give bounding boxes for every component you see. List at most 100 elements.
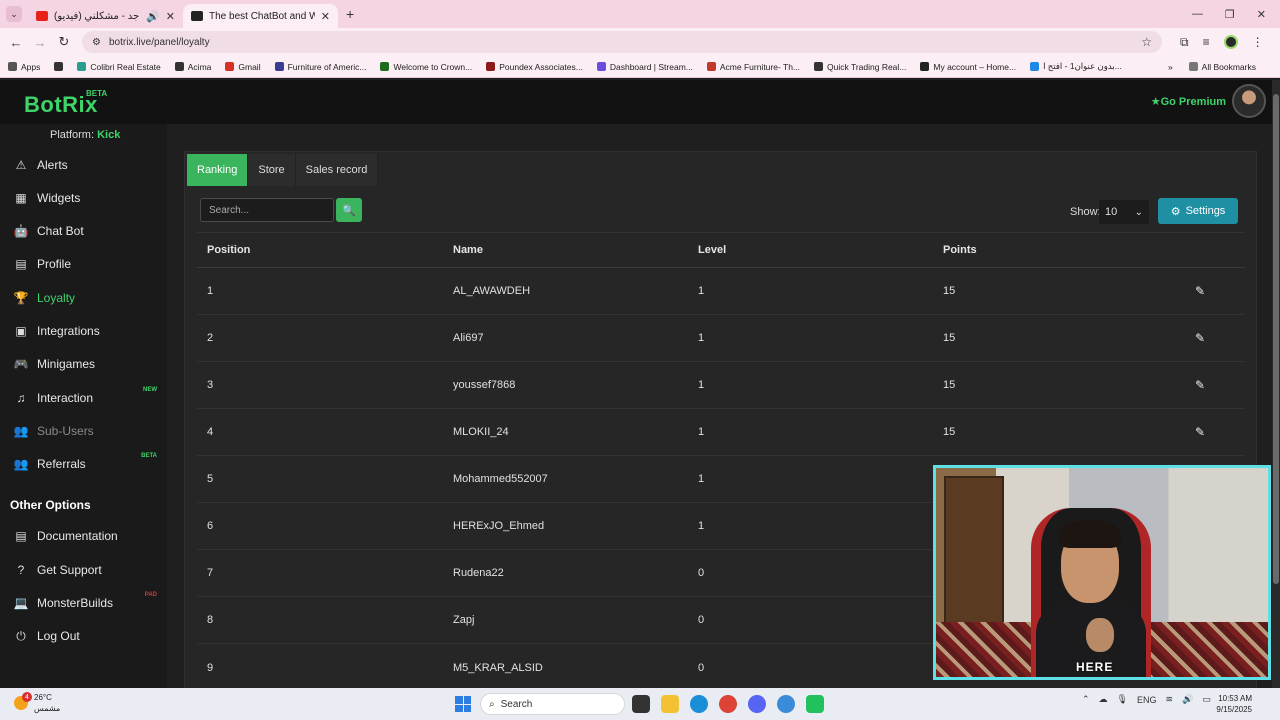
battery-icon[interactable]: ▭: [1202, 694, 1211, 705]
bookmark-item[interactable]: Acme Furniture- Th...: [706, 62, 800, 72]
sidebar-item-monsterbuilds[interactable]: 💻 MonsterBuilds PAD: [0, 590, 167, 616]
onedrive-icon[interactable]: ☁: [1099, 694, 1108, 705]
edge-icon[interactable]: [690, 695, 708, 713]
page-scrollbar[interactable]: [1272, 80, 1280, 688]
bookmark-favicon-icon: [77, 62, 87, 71]
trophy-icon: 🏆: [13, 291, 29, 305]
bookmark-item[interactable]: Gmail: [225, 62, 261, 72]
bookmark-apps[interactable]: Apps: [8, 62, 40, 72]
col-position[interactable]: Position: [207, 233, 250, 267]
sidebar-item-alerts[interactable]: ⚠ Alerts: [0, 152, 167, 178]
bookmark-item[interactable]: Quick Trading Real...: [814, 62, 906, 72]
sidebar-item-loyalty[interactable]: 🏆 Loyalty: [0, 285, 167, 311]
taskbar-search[interactable]: ⌕ Search: [480, 693, 625, 715]
profile-avatar-icon[interactable]: [1223, 35, 1238, 49]
task-view-icon[interactable]: [632, 695, 650, 713]
menu-icon[interactable]: ⋮: [1252, 35, 1264, 49]
col-name[interactable]: Name: [453, 233, 483, 267]
app-icon[interactable]: [777, 695, 795, 713]
search-button[interactable]: 🔍: [336, 198, 362, 222]
bookmark-item[interactable]: بدون عنوان1 - افتح ا...: [1030, 61, 1122, 72]
reading-list-icon[interactable]: ≡: [1203, 35, 1210, 49]
cell-level: 0: [698, 567, 705, 579]
forward-icon[interactable]: →: [28, 35, 52, 50]
browser-tab-video[interactable]: راشد الماجد - مشكلني (فيديو) 🔊 ✕: [28, 4, 183, 28]
new-tab-icon[interactable]: +: [346, 6, 354, 22]
sidebar-item-profile[interactable]: ▤ Profile: [0, 251, 167, 277]
chrome-icon[interactable]: [719, 695, 737, 713]
search-icon: ⌕: [489, 698, 495, 710]
page-size-select[interactable]: 10 ⌄: [1099, 200, 1149, 224]
chevron-up-icon[interactable]: ⌃: [1082, 694, 1090, 705]
sidebar-item-chat-bot[interactable]: 🤖 Chat Bot: [0, 218, 167, 244]
settings-button[interactable]: ⚙ Settings: [1158, 198, 1238, 224]
sidebar-item-get-support[interactable]: ? Get Support: [0, 557, 167, 583]
close-tab-icon[interactable]: ✕: [321, 10, 330, 23]
weather-widget[interactable]: 4 26°C مشمس: [14, 692, 60, 714]
edit-pencil-icon[interactable]: ✎: [1195, 315, 1205, 361]
tab-title: The best ChatBot and Widgets: [209, 10, 315, 22]
folder-icon: [1188, 62, 1198, 71]
windows-start-icon[interactable]: [455, 696, 471, 712]
edit-pencil-icon[interactable]: ✎: [1195, 409, 1205, 455]
bookmark-item[interactable]: My account – Home...: [920, 62, 1016, 72]
close-window-icon[interactable]: ✕: [1257, 8, 1266, 21]
reload-icon[interactable]: ↻: [52, 34, 76, 50]
go-premium-link[interactable]: ★Go Premium: [1151, 95, 1226, 108]
sidebar-item-log-out[interactable]: ⏻ Log Out: [0, 623, 167, 649]
restore-icon[interactable]: ❐: [1225, 8, 1235, 21]
bookmark-item[interactable]: Dashboard | Stream...: [596, 62, 693, 72]
sidebar-item-widgets[interactable]: ▦ Widgets: [0, 185, 167, 211]
platform-value: Kick: [97, 129, 121, 141]
bookmark-item[interactable]: Colibri Real Estate: [77, 62, 161, 72]
bookmark-item[interactable]: Welcome to Crown...: [380, 62, 472, 72]
col-points[interactable]: Points: [943, 233, 977, 267]
discord-icon[interactable]: [748, 695, 766, 713]
browser-tab-botrix[interactable]: The best ChatBot and Widgets ✕: [183, 4, 338, 28]
mute-icon[interactable]: 🔊: [146, 10, 160, 23]
url-bar[interactable]: ⚙ botrix.live/panel/loyalty ☆: [82, 31, 1162, 53]
tab-ranking[interactable]: Ranking: [187, 154, 249, 186]
star-icon: ★: [1150, 96, 1161, 108]
bookmark-star-icon[interactable]: ☆: [1141, 35, 1152, 49]
wifi-icon[interactable]: ≋: [1166, 694, 1174, 705]
file-explorer-icon[interactable]: [661, 695, 679, 713]
tab-store[interactable]: Store: [248, 154, 296, 186]
clock[interactable]: 10:53 AM 9/15/2025: [1212, 693, 1252, 715]
microphone-icon[interactable]: 🎙: [1117, 694, 1128, 705]
close-tab-icon[interactable]: ✕: [166, 10, 175, 23]
volume-icon[interactable]: 🔊: [1182, 694, 1193, 705]
scrollbar-thumb[interactable]: [1273, 94, 1279, 584]
edit-pencil-icon[interactable]: ✎: [1195, 268, 1205, 314]
sidebar-item-interaction[interactable]: ♫ Interaction NEW: [0, 385, 167, 411]
tab-search-dropdown[interactable]: ⌄: [6, 6, 22, 22]
language-indicator[interactable]: ENG: [1137, 695, 1157, 705]
tab-sales-record[interactable]: Sales record: [295, 154, 379, 186]
sidebar-item-referrals[interactable]: 👥 Referrals BETA: [0, 451, 167, 477]
cell-level: 1: [698, 285, 705, 297]
edit-pencil-icon[interactable]: ✎: [1195, 362, 1205, 408]
minimize-icon[interactable]: —: [1192, 8, 1203, 21]
site-info-icon[interactable]: ⚙: [92, 37, 101, 48]
bookmark-item[interactable]: Furniture of Americ...: [274, 62, 366, 72]
cell-name: MLOKII_24: [453, 426, 509, 438]
sidebar-item-minigames[interactable]: 🎮 Minigames: [0, 351, 167, 377]
col-level[interactable]: Level: [698, 233, 726, 267]
search-input[interactable]: [200, 198, 334, 222]
back-icon[interactable]: ←: [4, 35, 28, 50]
beta-badge: BETA: [141, 453, 157, 459]
extensions-icon[interactable]: ⧉: [1180, 35, 1189, 50]
table-row: 4 MLOKII_24 1 15 ✎: [197, 409, 1245, 456]
more-bookmarks-icon[interactable]: »: [1168, 62, 1173, 72]
app-icon[interactable]: [806, 695, 824, 713]
all-bookmarks[interactable]: All Bookmarks: [1188, 62, 1256, 72]
webcam-logo: HERE: [1076, 660, 1114, 674]
sidebar-item-sub-users[interactable]: 👥 Sub-Users: [0, 418, 167, 444]
sidebar: Platform: Kick ⚠ Alerts ▦ Widgets 🤖 Chat Bo…: [0, 124, 167, 688]
sidebar-item-integrations[interactable]: ▣ Integrations: [0, 318, 167, 344]
bookmark-grid[interactable]: [54, 62, 64, 71]
user-avatar[interactable]: [1232, 84, 1266, 118]
sidebar-item-documentation[interactable]: ▤ Documentation: [0, 523, 167, 549]
bookmark-item[interactable]: Poundex Associates...: [486, 62, 583, 72]
bookmark-item[interactable]: Acima: [174, 62, 211, 72]
